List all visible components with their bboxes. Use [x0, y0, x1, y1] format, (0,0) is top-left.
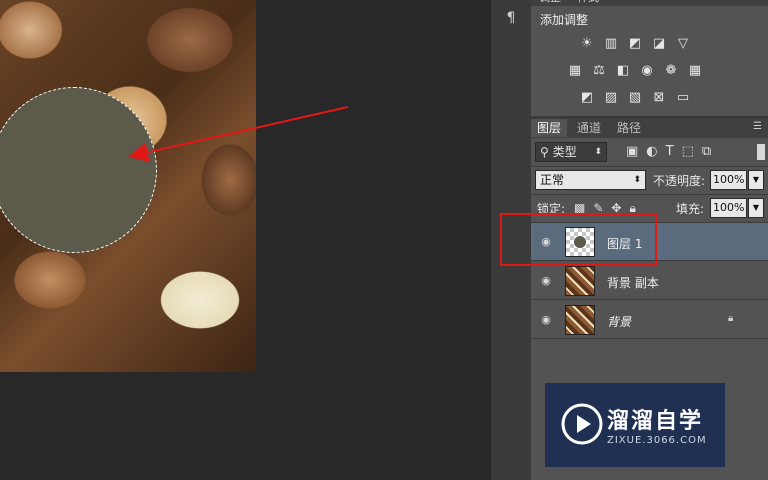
adjustments-row-2: ▦ ⚖ ◧ ◉ ❁ ▦: [566, 63, 704, 79]
opacity-input[interactable]: 100%: [710, 170, 747, 190]
fill-input[interactable]: 100%: [710, 198, 747, 218]
document-canvas[interactable]: [0, 0, 256, 372]
select-arrows-icon: ⬍: [594, 147, 602, 157]
paragraph-icon[interactable]: ¶: [500, 8, 522, 28]
watermark-subtitle: ZIXUE.3066.COM: [607, 435, 707, 446]
levels-icon[interactable]: ▥: [602, 36, 620, 52]
smart-object-filter-icon[interactable]: ⧉: [702, 144, 711, 160]
gradient-map-icon[interactable]: ▭: [674, 90, 692, 106]
exposure-icon[interactable]: ◪: [650, 36, 668, 52]
divider: [531, 166, 768, 167]
fill-dropdown-icon[interactable]: ▼: [748, 198, 764, 218]
filter-kind-label: 类型: [552, 145, 577, 159]
layer-filter-icons: ▣ ◐ T ⬚ ⧉: [626, 144, 711, 160]
adjustments-row-1: ☀ ▥ ◩ ◪ ▽: [578, 36, 692, 52]
layer-row[interactable]: ◉ 背景 副本: [531, 262, 768, 300]
color-lookup-icon[interactable]: ▦: [686, 63, 704, 79]
photo-filter-icon[interactable]: ◉: [638, 63, 656, 79]
posterize-icon[interactable]: ▨: [602, 90, 620, 106]
layer-name[interactable]: 背景 副本: [607, 274, 659, 291]
circle-selection[interactable]: [0, 87, 157, 253]
tab-adjustments[interactable]: 调整: [539, 0, 561, 5]
selective-color-icon[interactable]: ⊠: [650, 90, 668, 106]
layer-name[interactable]: 背景: [607, 313, 631, 330]
brightness-icon[interactable]: ☀: [578, 36, 596, 52]
shape-filter-icon[interactable]: ⬚: [682, 144, 694, 160]
layer-thumbnail: [565, 266, 595, 296]
watermark-title: 溜溜自学: [607, 409, 704, 434]
adjustments-title: 添加调整: [540, 13, 589, 27]
pixel-filter-icon[interactable]: ▣: [626, 144, 638, 160]
tab-styles[interactable]: 样式: [577, 0, 599, 5]
watermark-logo: 溜溜自学 ZIXUE.3066.COM: [545, 383, 725, 467]
blend-mode-select[interactable]: 正常 ⬍: [535, 170, 646, 190]
blend-mode-label: 正常: [540, 173, 565, 187]
play-logo-icon: [561, 403, 603, 445]
vibrance-icon[interactable]: ▽: [674, 36, 692, 52]
invert-icon[interactable]: ◩: [578, 90, 596, 106]
highlight-box: [500, 213, 657, 266]
adjustment-filter-icon[interactable]: ◐: [646, 144, 657, 160]
curves-icon[interactable]: ◩: [626, 36, 644, 52]
color-balance-icon[interactable]: ⚖: [590, 63, 608, 79]
filter-toggle[interactable]: [757, 144, 765, 160]
eye-icon[interactable]: ◉: [537, 313, 555, 327]
tab-paths[interactable]: 路径: [611, 119, 647, 137]
select-arrows-icon: ⬍: [633, 175, 641, 185]
search-icon: ⚲: [540, 145, 549, 159]
adjustments-tab-bar: 调整 样式: [531, 0, 768, 6]
layers-tab-bar: 图层 通道 路径 ☰: [531, 119, 768, 138]
divider: [531, 194, 768, 195]
hue-saturation-icon[interactable]: ▦: [566, 63, 584, 79]
fill-label: 填充:: [676, 202, 705, 216]
layer-thumbnail: [565, 305, 595, 335]
filter-kind-select[interactable]: ⚲ 类型 ⬍: [535, 142, 607, 162]
opacity-label: 不透明度:: [653, 174, 706, 188]
tab-layers[interactable]: 图层: [531, 119, 568, 137]
opacity-dropdown-icon[interactable]: ▼: [748, 170, 764, 190]
eye-icon[interactable]: ◉: [537, 274, 555, 288]
channel-mixer-icon[interactable]: ❁: [662, 63, 680, 79]
tab-channels[interactable]: 通道: [571, 119, 607, 137]
lock-icon: 🔒︎: [728, 313, 734, 324]
layer-row[interactable]: ◉ 背景 🔒︎: [531, 301, 768, 339]
threshold-icon[interactable]: ▧: [626, 90, 644, 106]
adjustments-row-3: ◩ ▨ ▧ ⊠ ▭: [578, 90, 692, 106]
black-white-icon[interactable]: ◧: [614, 63, 632, 79]
panel-menu-icon[interactable]: ☰: [753, 121, 762, 132]
type-filter-icon[interactable]: T: [666, 144, 674, 160]
